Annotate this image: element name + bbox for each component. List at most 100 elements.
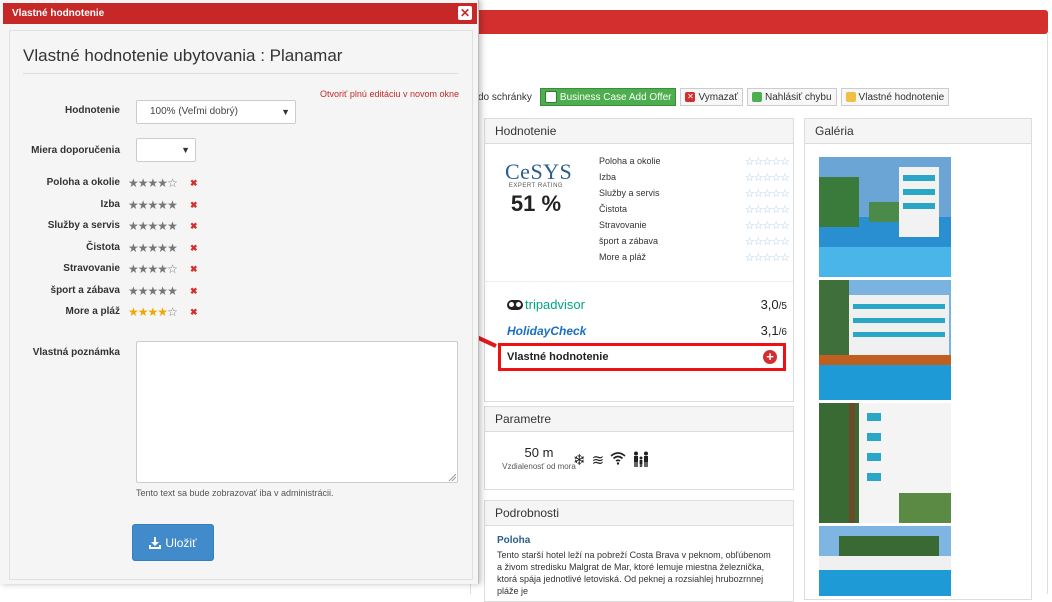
air-conditioning-icon: ❄ — [573, 452, 586, 469]
star-icon[interactable]: ★ — [138, 262, 149, 276]
star-icon[interactable]: ★ — [148, 284, 159, 298]
parameters-panel-title: Parametre — [485, 407, 793, 432]
star-icon[interactable]: ★ — [157, 305, 168, 319]
clear-rating-icon[interactable]: ✖ — [190, 200, 198, 211]
criterion-label: Stravovanie — [63, 263, 120, 274]
star-icon[interactable]: ★ — [167, 241, 178, 255]
star-icon[interactable]: ★ — [128, 198, 139, 212]
resize-handle-icon[interactable] — [448, 473, 456, 481]
cesys-rating: CeSYS EXPERT RATING 51 % — [505, 159, 572, 217]
star-icon[interactable]: ★ — [138, 241, 149, 255]
custom-rating-modal: Vlastné hodnotenie ✕ Vlastné hodnotenie … — [0, 0, 479, 584]
criterion-label: Izba — [100, 198, 120, 210]
save-button[interactable]: Uložiť — [132, 524, 214, 561]
top-red-bar — [470, 10, 1048, 34]
gallery-photo[interactable] — [819, 403, 951, 523]
star-icon[interactable]: ★ — [167, 219, 178, 233]
chevron-down-icon: ▼ — [181, 145, 190, 155]
wifi-icon — [610, 451, 626, 471]
briefcase-icon — [544, 91, 557, 103]
star-rating-input[interactable]: ★★★★☆ — [128, 262, 178, 276]
sea-distance: 50 m Vzdialenosť od mora — [499, 445, 579, 472]
star-rating-icon: ☆☆☆☆☆ — [744, 155, 790, 168]
star-rating-input[interactable]: ★★★★★ — [128, 241, 178, 255]
modal-title-bar: Vlastné hodnotenie ✕ — [3, 3, 477, 24]
modal-window-title: Vlastné hodnotenie — [12, 8, 105, 19]
criterion-row: More a pláž ★★★★☆ ✖ — [10, 306, 310, 320]
star-icon[interactable]: ★ — [128, 176, 139, 190]
criterion-row: Stravovanie ★★★★☆ ✖ — [10, 263, 310, 277]
gallery-photo[interactable] — [819, 280, 951, 400]
list-item: Služby a servis ☆☆☆☆☆ — [599, 187, 790, 200]
divider — [23, 73, 458, 74]
page-title: Vlastné hodnotenie ubytovania : Planamar — [23, 46, 343, 65]
note-help-text: Tento text sa bude zobrazovať iba v admi… — [136, 488, 334, 498]
star-icon[interactable]: ★ — [157, 241, 168, 255]
delete-icon: ✕ — [685, 92, 696, 102]
note-textarea[interactable] — [136, 341, 458, 483]
star-icon[interactable]: ★ — [148, 241, 159, 255]
star-icon[interactable]: ★ — [138, 219, 149, 233]
report-bug-button[interactable]: Nahlásiť chybu — [746, 88, 837, 106]
clear-rating-icon[interactable]: ✖ — [190, 286, 198, 297]
gallery-photo[interactable] — [819, 526, 951, 596]
modal-body: Vlastné hodnotenie ubytovania : Planamar… — [9, 30, 473, 580]
star-rating-input[interactable]: ★★★★☆ — [128, 305, 178, 319]
star-icon[interactable]: ★ — [138, 198, 149, 212]
star-icon[interactable]: ★ — [138, 176, 149, 190]
star-icon[interactable]: ☆ — [167, 305, 178, 319]
star-rating-input[interactable]: ★★★★★ — [128, 219, 178, 233]
copy-to-clipboard-button[interactable]: do schránky — [470, 89, 536, 105]
star-icon[interactable]: ★ — [157, 198, 168, 212]
star-icon[interactable]: ★ — [157, 176, 168, 190]
star-icon[interactable]: ★ — [157, 219, 168, 233]
clear-rating-icon[interactable]: ✖ — [190, 178, 198, 189]
clear-rating-icon[interactable]: ✖ — [190, 307, 198, 318]
star-icon[interactable]: ★ — [167, 284, 178, 298]
gallery-photo[interactable] — [819, 157, 951, 277]
sea-distance-value: 50 m — [524, 445, 554, 460]
gallery-panel: Galéria — [804, 118, 1032, 600]
clear-rating-icon[interactable]: ✖ — [190, 221, 198, 232]
full-edit-link[interactable]: Otvoriť plnú editáciu v novom okne — [320, 89, 459, 99]
star-icon[interactable]: ★ — [128, 241, 139, 255]
star-icon[interactable]: ★ — [148, 219, 159, 233]
star-icon[interactable]: ★ — [148, 176, 159, 190]
rating-select[interactable]: 100% (Veľmi dobrý) ▼ — [136, 100, 296, 124]
star-icon[interactable]: ★ — [148, 198, 159, 212]
clear-rating-icon[interactable]: ✖ — [190, 264, 198, 275]
business-case-add-offer-button[interactable]: Business Case Add Offer — [539, 88, 677, 106]
delete-button[interactable]: ✕ Vymazať — [680, 88, 743, 106]
star-icon[interactable]: ★ — [128, 219, 139, 233]
star-rating-input[interactable]: ★★★★★ — [128, 284, 178, 298]
criterion-label: Poloha a okolie — [46, 177, 120, 188]
star-rating-input[interactable]: ★★★★☆ — [128, 176, 178, 190]
custom-rating-button[interactable]: Vlastné hodnotenie — [840, 88, 950, 106]
star-rating-icon: ☆☆☆☆☆ — [744, 171, 790, 184]
star-icon[interactable]: ★ — [128, 284, 139, 298]
medal-icon — [845, 92, 856, 102]
list-item: Čistota ☆☆☆☆☆ — [599, 203, 790, 216]
star-icon[interactable]: ★ — [157, 262, 168, 276]
star-icon[interactable]: ★ — [148, 262, 159, 276]
clear-rating-icon[interactable]: ✖ — [190, 243, 198, 254]
star-icon[interactable]: ☆ — [167, 262, 178, 276]
star-icon[interactable]: ★ — [128, 262, 139, 276]
star-icon[interactable]: ★ — [148, 305, 159, 319]
close-icon[interactable]: ✕ — [458, 6, 472, 20]
star-icon[interactable]: ★ — [128, 305, 139, 319]
star-icon[interactable]: ☆ — [167, 176, 178, 190]
criterion-label: šport a zábava — [50, 284, 120, 296]
star-icon[interactable]: ★ — [138, 284, 149, 298]
star-icon[interactable]: ★ — [167, 198, 178, 212]
star-icon[interactable]: ★ — [157, 284, 168, 298]
note-label: Vlastná poznámka — [32, 347, 120, 358]
sea-distance-label: Vzdialenosť od mora — [502, 462, 576, 471]
list-item: Izba ☆☆☆☆☆ — [599, 171, 790, 184]
amenity-icons: ❄ ≋ — [573, 451, 650, 471]
recommendation-select[interactable]: ▼ — [136, 138, 196, 162]
save-button-label: Uložiť — [165, 535, 197, 550]
star-rating-input[interactable]: ★★★★★ — [128, 198, 178, 212]
star-icon[interactable]: ★ — [138, 305, 149, 319]
pool-icon: ≋ — [591, 452, 605, 469]
